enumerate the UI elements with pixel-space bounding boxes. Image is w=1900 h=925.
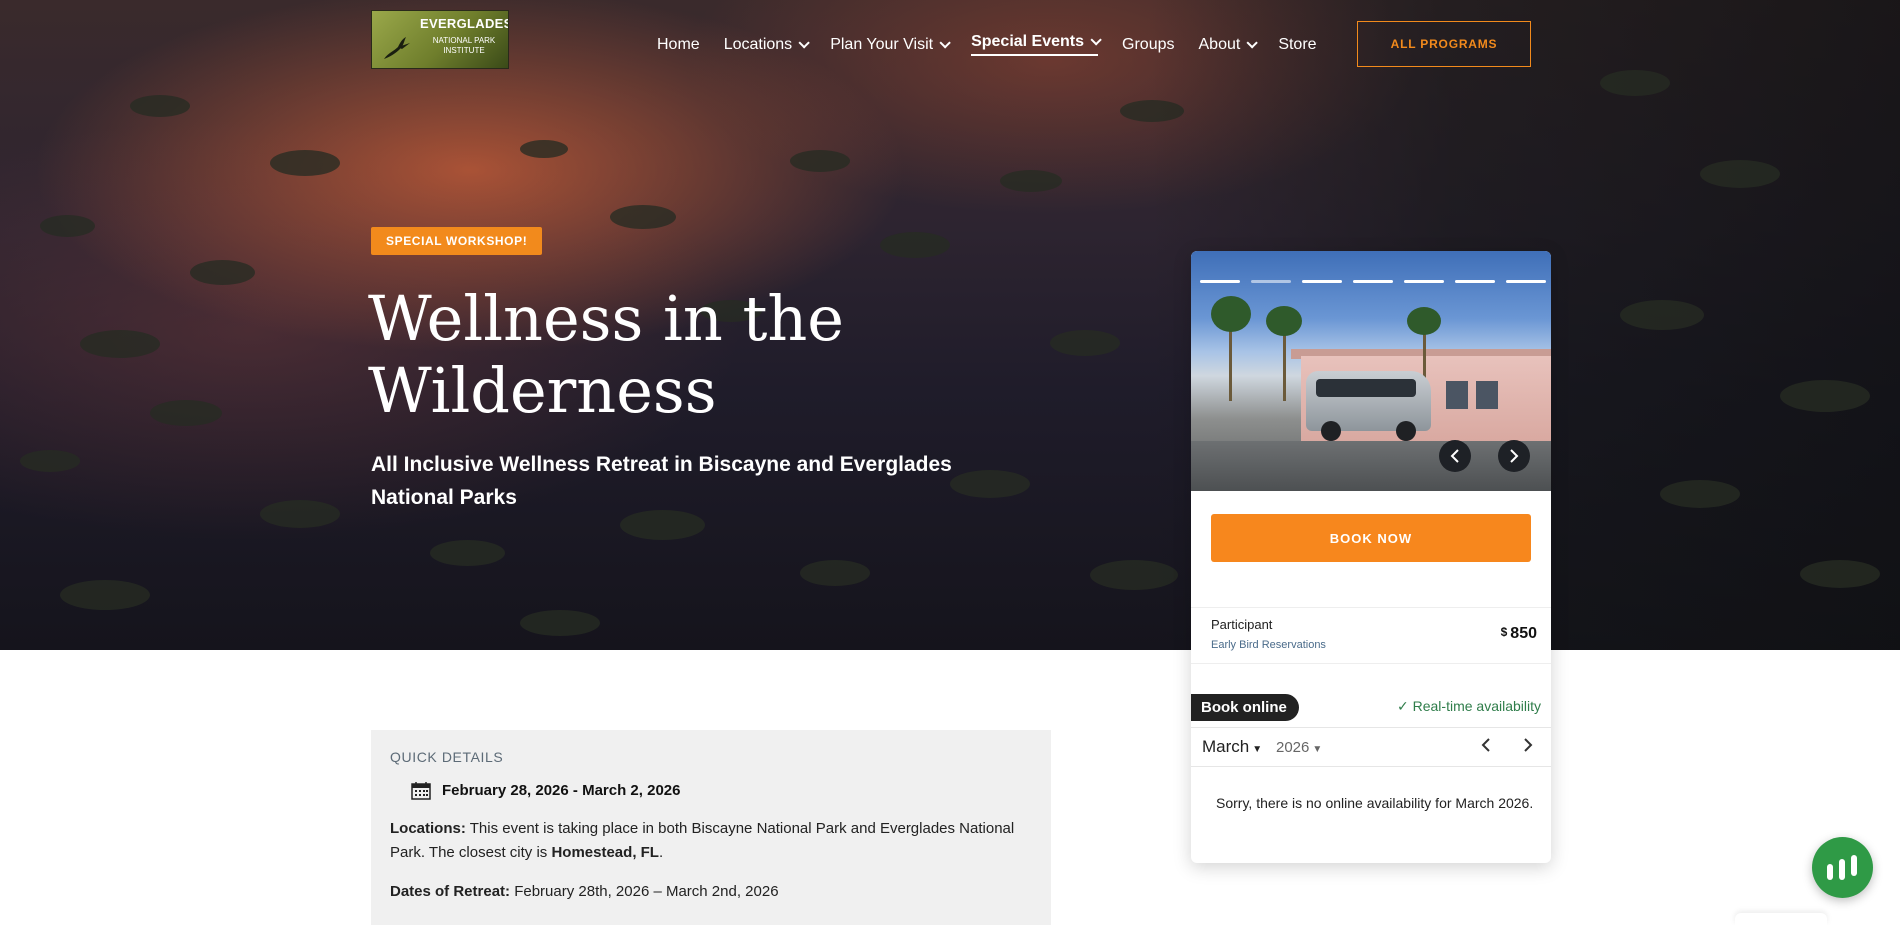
price-row: Participant Early Bird Reservations $850: [1191, 607, 1551, 664]
nav-store[interactable]: Store: [1278, 33, 1316, 56]
next-slide-button[interactable]: [1498, 440, 1530, 472]
chevron-right-icon: [1510, 449, 1519, 463]
slide-dot[interactable]: [1353, 280, 1393, 283]
slide-dot[interactable]: [1455, 280, 1495, 283]
next-month-button[interactable]: [1523, 737, 1533, 758]
checkmark-icon: ✓: [1396, 698, 1409, 714]
hero-background: [0, 0, 1900, 650]
slide-dot[interactable]: [1506, 280, 1546, 283]
retreat-dates: Dates of Retreat: February 28th, 2026 – …: [390, 883, 779, 900]
site-logo[interactable]: EVERGLADES NATIONAL PARK INSTITUTE: [371, 10, 509, 69]
chat-button[interactable]: [1812, 837, 1873, 898]
chevron-down-icon: [1246, 36, 1259, 49]
chevron-down-icon: [798, 36, 810, 49]
prev-month-button[interactable]: [1481, 737, 1491, 758]
price-label: Participant: [1211, 617, 1273, 632]
chevron-left-icon: [1450, 449, 1459, 463]
quick-details-title: QUICK DETAILS: [390, 749, 504, 765]
booking-widget: BOOK NOW Participant Early Bird Reservat…: [1191, 251, 1551, 863]
book-online-label: Book online: [1191, 694, 1299, 721]
calendar-icon: [411, 782, 431, 800]
caret-down-icon: ▼: [1312, 744, 1323, 755]
logo-title: EVERGLADES: [420, 16, 509, 31]
chevron-down-icon: [1090, 34, 1102, 46]
nav-locations[interactable]: Locations: [724, 33, 810, 56]
event-photo: [1191, 251, 1551, 491]
nav-home[interactable]: Home: [657, 33, 700, 56]
nav-special-events[interactable]: Special Events: [971, 33, 1102, 56]
no-availability-message: Sorry, there is no online availability f…: [1216, 795, 1534, 811]
special-workshop-badge: SPECIAL WORKSHOP!: [371, 227, 543, 255]
chevron-right-icon: [1524, 738, 1533, 752]
book-now-button[interactable]: BOOK NOW: [1211, 514, 1531, 562]
slide-indicators: [1200, 280, 1546, 283]
quick-details-panel: QUICK DETAILS February 28, 2026 - March …: [371, 730, 1051, 925]
nav-plan-your-visit[interactable]: Plan Your Visit: [830, 33, 951, 56]
page-subtitle: All Inclusive Wellness Retreat in Biscay…: [371, 453, 952, 509]
slide-dot[interactable]: [1404, 280, 1444, 283]
main-nav: Home Locations Plan Your Visit Special E…: [657, 33, 1341, 56]
slide-dot[interactable]: [1200, 280, 1240, 283]
realtime-availability: ✓ Real-time availability: [1396, 698, 1541, 714]
slide-dot[interactable]: [1251, 280, 1291, 283]
locations-text: Locations: This event is taking place in…: [390, 820, 1015, 861]
caret-down-icon: ▼: [1252, 744, 1263, 755]
year-select[interactable]: 2026 ▼: [1276, 739, 1322, 756]
price-subtitle: Early Bird Reservations: [1211, 639, 1326, 651]
slide-dot[interactable]: [1302, 280, 1342, 283]
nav-about[interactable]: About: [1199, 33, 1259, 56]
month-select[interactable]: March ▼: [1202, 737, 1262, 757]
heron-icon: [384, 37, 410, 59]
prev-slide-button[interactable]: [1439, 440, 1471, 472]
page-title: Wellness in the Wilderness: [368, 282, 844, 427]
logo-subtitle: NATIONAL PARK INSTITUTE: [432, 36, 496, 55]
chevron-left-icon: [1481, 738, 1490, 752]
calendar-header: March ▼ 2026 ▼: [1191, 727, 1551, 767]
chevron-down-icon: [939, 36, 951, 49]
all-programs-button[interactable]: ALL PROGRAMS: [1357, 21, 1531, 67]
feedback-tab[interactable]: [1735, 913, 1827, 925]
event-dates: February 28, 2026 - March 2, 2026: [442, 782, 681, 799]
bars-logo-icon: [1826, 854, 1857, 880]
price-value: $850: [1500, 625, 1537, 642]
nav-groups[interactable]: Groups: [1122, 33, 1174, 56]
